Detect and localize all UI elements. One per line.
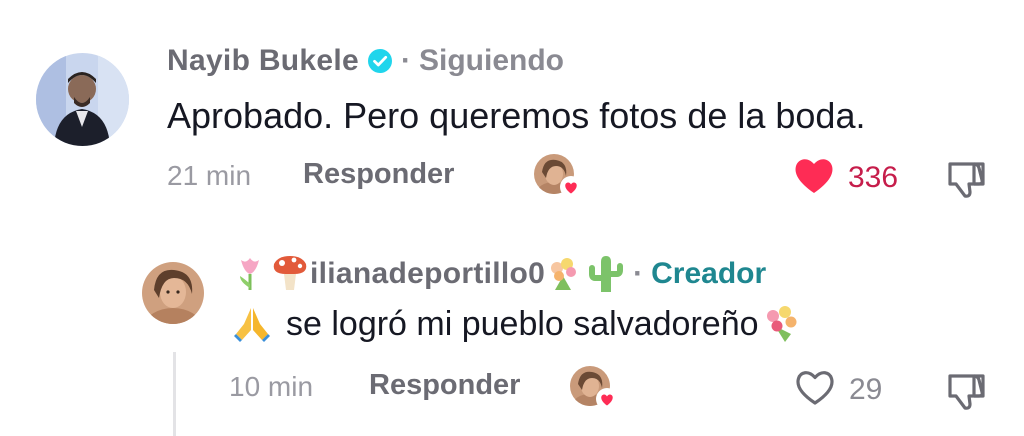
comment-time: 10 min [229,371,314,402]
dislike-button[interactable] [944,156,988,200]
like-count: 29 [849,372,883,406]
like-count: 336 [848,160,899,194]
bouquet-cactus-emoji [545,254,625,294]
bouquet-emoji [761,304,801,344]
username[interactable]: Nayib Bukele [167,44,359,78]
avatar[interactable] [142,262,204,324]
comment-text-row: se logró mi pueblo salvadoreño [232,300,801,348]
separator-dot: · [401,44,412,77]
creator-liked-badge [534,154,582,198]
avatar[interactable] [36,53,129,146]
creator-heart-icon [560,176,582,198]
dislike-button[interactable] [944,368,988,412]
like-button[interactable]: 29 [793,367,882,412]
like-button[interactable]: 336 [792,155,898,200]
reply-button[interactable]: Responder [369,369,520,402]
creator-heart-icon [596,388,618,410]
tulip-mushroom-emoji [232,254,310,294]
comment-text: Aprobado. Pero queremos fotos de la boda… [167,95,866,136]
verified-check-icon [367,48,393,74]
comment-time: 21 min [167,160,252,191]
username[interactable]: ilianadeportillo0 [310,257,545,291]
separator-dot: · [633,257,644,290]
comment-text: se logró mi pueblo salvadoreño [286,305,759,343]
thread-line [173,352,176,436]
praying-hands-emoji [232,304,272,344]
creator-liked-badge [570,366,618,410]
follow-status: Siguiendo [419,44,565,77]
thumbs-down-icon [944,162,988,204]
thumbs-down-icon [944,374,988,416]
comment-header: ilianadeportillo0 · Creador [232,254,766,294]
heart-outline-icon [793,367,837,412]
creator-tag: Creador [651,257,767,290]
comment-header: Nayib Bukele · Siguiendo [167,40,564,82]
heart-icon [792,155,836,200]
reply-button[interactable]: Responder [303,158,454,191]
